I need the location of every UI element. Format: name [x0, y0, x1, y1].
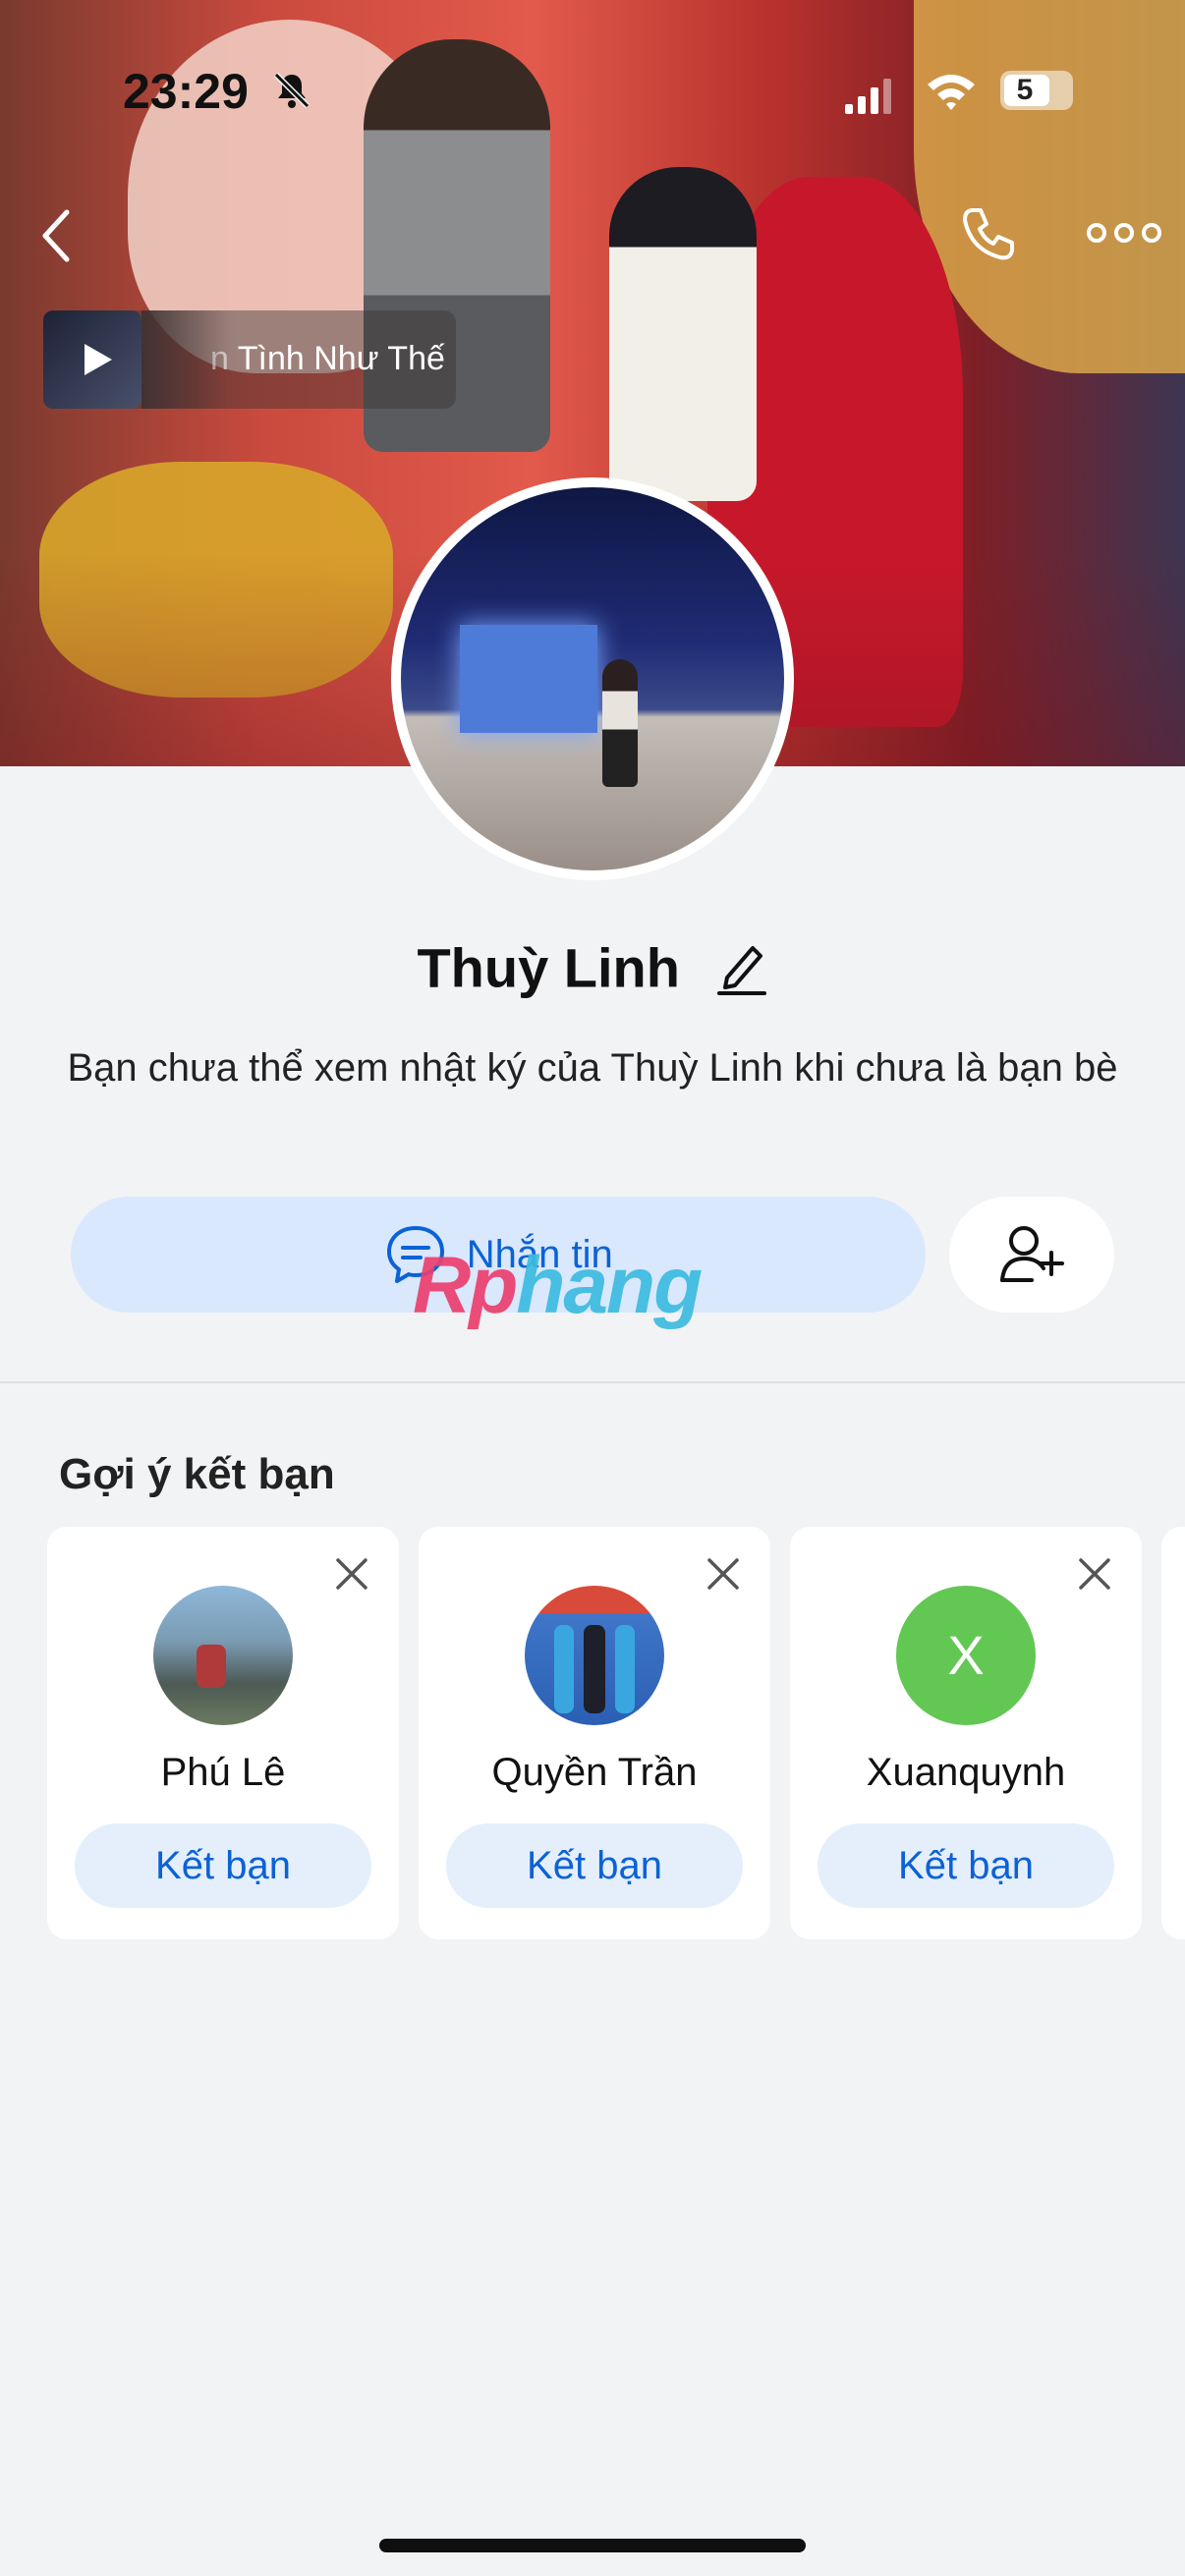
phone-icon[interactable]	[959, 204, 1018, 263]
more-icon[interactable]	[1087, 218, 1161, 248]
avatar-photo	[401, 487, 784, 870]
section-divider	[0, 1381, 1185, 1383]
avatar-person	[584, 1625, 605, 1713]
avatar-person	[602, 659, 638, 787]
wifi-icon	[928, 75, 975, 110]
battery-indicator: 5	[1000, 71, 1073, 110]
play-icon[interactable]	[77, 340, 116, 379]
chevron-left-icon[interactable]	[37, 206, 77, 265]
profile-name-row: Thuỳ Linh	[0, 931, 1185, 1000]
battery-level: 5	[1016, 74, 1034, 106]
close-icon[interactable]	[334, 1556, 369, 1592]
add-friend-button[interactable]: Kết bạn	[446, 1823, 743, 1908]
pencil-edit-icon[interactable]	[713, 938, 768, 997]
bell-muted-icon	[273, 72, 310, 109]
suggestion-avatar[interactable]	[153, 1586, 293, 1725]
home-indicator[interactable]	[379, 2539, 806, 2552]
music-thumbnail	[43, 310, 141, 409]
avatar-person	[554, 1625, 574, 1713]
add-friend-button[interactable]: Kết bạn	[818, 1823, 1114, 1908]
profile-name: Thuỳ Linh	[417, 936, 680, 999]
status-time: 23:29	[123, 64, 249, 119]
signal-icon	[845, 79, 891, 114]
watermark-logo: Rphang	[413, 1241, 703, 1330]
suggestions-title: Gợi ý kết bạn	[59, 1450, 335, 1498]
avatar-building	[460, 625, 597, 733]
suggestion-avatar-initial[interactable]: X	[896, 1586, 1036, 1725]
suggestion-avatar[interactable]	[525, 1586, 664, 1725]
add-friend-button[interactable]	[949, 1197, 1114, 1313]
cover-child	[609, 167, 757, 501]
music-title: n Tình Như Thế	[210, 340, 445, 377]
suggestion-card[interactable]: Phú Lê Kết bạn	[47, 1527, 399, 1939]
suggestion-card[interactable]: X Xuanquynh Kết bạn	[790, 1527, 1142, 1939]
avatar-person	[615, 1625, 635, 1713]
suggestion-name: Quyền Trần	[491, 1751, 698, 1794]
suggestion-name: Phú Lê	[160, 1751, 286, 1794]
music-fade	[141, 310, 230, 409]
suggestion-card[interactable]: Quyền Trần Kết bạn	[419, 1527, 770, 1939]
close-icon[interactable]	[705, 1556, 741, 1592]
privacy-notice: Bạn chưa thể xem nhật ký của Thuỳ Linh k…	[67, 1046, 1118, 1090]
music-chip[interactable]: n Tình Như Thế	[43, 310, 456, 409]
add-friend-icon	[1000, 1226, 1064, 1282]
avatar-person	[197, 1645, 226, 1688]
close-icon[interactable]	[1077, 1556, 1112, 1592]
profile-avatar[interactable]	[391, 477, 794, 880]
suggestion-name: Xuanquynh	[866, 1751, 1066, 1794]
suggestion-card-peek[interactable]	[1161, 1527, 1185, 1939]
add-friend-button[interactable]: Kết bạn	[75, 1823, 371, 1908]
